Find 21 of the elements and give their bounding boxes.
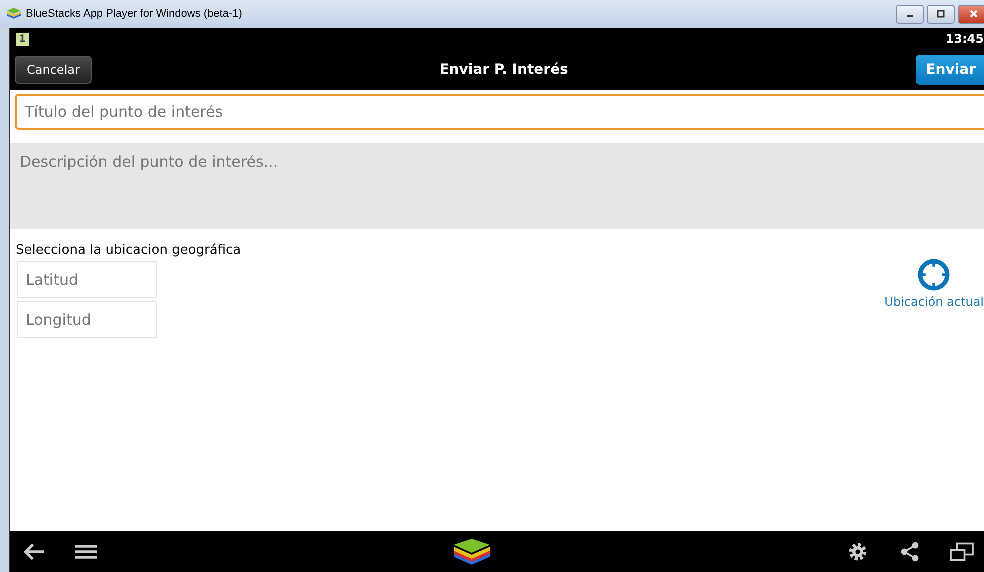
- layers-icon[interactable]: [452, 536, 492, 566]
- maximize-button[interactable]: [927, 4, 955, 24]
- crosshair-icon[interactable]: [916, 257, 952, 293]
- longitude-field[interactable]: Longitud: [17, 301, 157, 338]
- close-icon: [969, 9, 979, 19]
- notification-icon: 1: [16, 32, 29, 46]
- current-location-link[interactable]: Ubicación actual: [884, 295, 984, 309]
- windows-icon[interactable]: [948, 540, 976, 562]
- description-field[interactable]: Descripción del punto de interés...: [10, 143, 984, 229]
- screen-title: Enviar P. Interés: [440, 62, 568, 78]
- close-button[interactable]: [958, 4, 984, 24]
- send-button[interactable]: Enviar: [916, 55, 984, 85]
- location-label: Selecciona la ubicacion geográfica: [15, 243, 242, 258]
- clock-time: 13:45: [946, 32, 984, 46]
- window-title: BlueStacks App Player for Windows (beta-1): [26, 8, 242, 20]
- layers-icon: [6, 8, 22, 20]
- latitude-field[interactable]: Latitud: [17, 261, 157, 298]
- minimize-button[interactable]: [896, 4, 924, 24]
- maximize-icon: [936, 9, 946, 19]
- title-field[interactable]: Título del punto de interés: [15, 94, 984, 130]
- cancel-button[interactable]: Cancelar: [15, 56, 92, 84]
